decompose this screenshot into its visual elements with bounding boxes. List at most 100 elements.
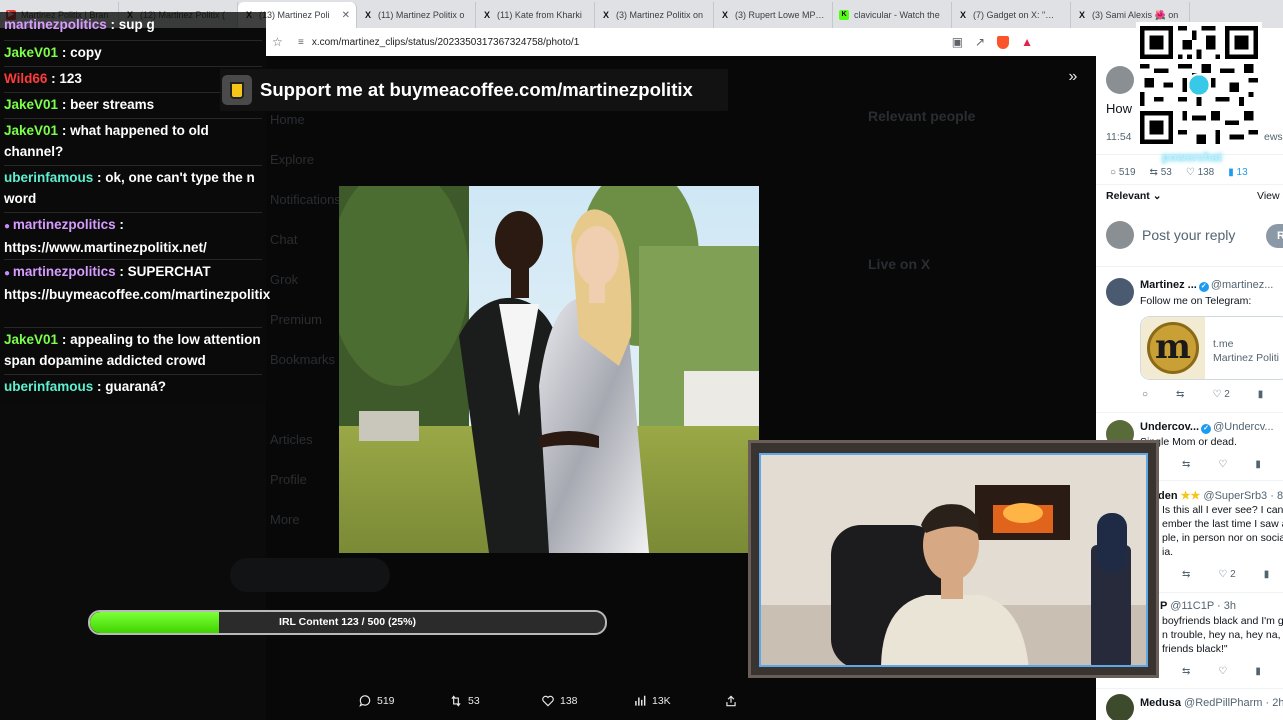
author-avatar[interactable] (1106, 66, 1134, 94)
close-tab-icon[interactable]: ✕ (342, 10, 350, 21)
views-icon[interactable]: ▮ (1255, 666, 1261, 677)
views-icon[interactable]: ▮ (1255, 459, 1261, 470)
chat-username: uberinfamous (4, 379, 94, 394)
like-icon[interactable]: ♡ 2 (1212, 389, 1229, 400)
address-bar: ☆ ≡ x.com/martinez_clips/status/20233503… (266, 28, 1283, 56)
reply-text: n trouble, hey na, hey na, I (1162, 629, 1283, 641)
webcam-feed (759, 453, 1148, 667)
kick-icon: K (839, 10, 849, 20)
dim-nav-chat: Chat (270, 232, 298, 247)
reply-avatar[interactable] (1106, 694, 1134, 720)
reply-count[interactable]: ○ 519 (1110, 167, 1136, 178)
like-icon[interactable]: ♡ (1218, 666, 1227, 677)
reply-sort-dropdown[interactable]: Relevant ⌄ (1106, 189, 1162, 203)
link-card-title: Martinez Politi (1213, 352, 1279, 364)
like-icon[interactable]: ♡ (1218, 459, 1227, 470)
chat-text: beer streams (70, 97, 155, 112)
link-card[interactable]: m t.me Martinez Politi (1140, 316, 1283, 380)
browser-tab[interactable]: X (11) Kate from Kharki (476, 2, 595, 28)
browser-tab[interactable]: Kclavicular - Watch the (833, 2, 952, 28)
views-action[interactable]: 13K (633, 694, 671, 708)
reply-icon (359, 695, 371, 707)
share-icon[interactable]: ↗ (975, 35, 985, 49)
chat-username: uberinfamous (4, 170, 94, 185)
dim-nav-profile: Profile (270, 472, 307, 487)
repost-icon (451, 695, 461, 707)
like-action[interactable]: 138 (541, 694, 578, 708)
tab-title: (11) Kate from Kharki (497, 10, 582, 20)
browser-tab[interactable]: X (7) Gadget on X: "📍📍 (952, 2, 1071, 28)
collapse-panel-icon[interactable]: » (1062, 66, 1084, 88)
chat-username: martinezpolitics (12, 264, 116, 279)
verified-badge-icon: ✓ (1201, 424, 1212, 434)
browser-tab[interactable]: X (3) Martinez Politix on (595, 2, 714, 28)
tab-title: (3) Martinez Politix on (616, 10, 704, 20)
like-icon[interactable]: ♡ 2 (1218, 569, 1235, 580)
x-logo-icon: X (483, 10, 490, 20)
chat-message: uberinfamous : ok, one can't type the n … (4, 170, 255, 206)
x-logo-icon: X (959, 10, 966, 20)
reply-author[interactable]: P @11C1P · 3h (1160, 600, 1236, 612)
reply-button[interactable]: R (1266, 224, 1283, 248)
reply-text: friends black!" (1162, 643, 1228, 655)
streamer-webcam (748, 440, 1159, 678)
repost-icon[interactable]: ⇆ (1182, 569, 1190, 580)
photo-image (339, 186, 759, 553)
post-views-partial: ews (1264, 131, 1283, 143)
tab-title: clavicular - Watch the (854, 10, 940, 20)
reply-action[interactable]: 519 (358, 694, 395, 708)
chat-username: JakeV01 (4, 45, 59, 60)
dim-post-button (230, 558, 390, 592)
reply-author[interactable]: Medusa @RedPillPharm · 2h (1140, 697, 1283, 709)
progress-label: IRL Content 123 / 500 (25%) (279, 616, 416, 628)
dim-nav-bookmarks: Bookmarks (270, 352, 336, 367)
post-stats-row: ○ 519 ⇆ 53 ♡ 138 ▮ 13 (1110, 167, 1248, 178)
views-icon[interactable]: ▮ (1258, 389, 1264, 400)
support-text: Support me at buymeacoffee.com/martinezp… (260, 79, 693, 100)
chat-text: copy (70, 45, 102, 60)
chat-text: guaraná? (105, 379, 167, 394)
reply-input[interactable]: Post your reply (1142, 228, 1235, 242)
repost-count[interactable]: ⇆ 53 (1150, 167, 1172, 178)
dim-nav-grok: Grok (270, 272, 299, 287)
chat-message: JakeV01 : appealing to the low attention… (4, 332, 261, 368)
telegram-logo: m (1141, 317, 1205, 379)
browser-tab[interactable]: X (3) Rupert Lowe MP on (714, 2, 833, 28)
brave-shield-icon[interactable] (997, 35, 1010, 49)
brave-rewards-icon[interactable]: ▲ (1021, 35, 1033, 49)
reply-author[interactable]: Martinez ... ✓ @martinez... (1140, 279, 1273, 292)
install-icon[interactable]: ▣ (952, 35, 963, 49)
dim-nav-articles: Articles (270, 432, 313, 447)
view-activity-link[interactable]: View ac (1257, 189, 1283, 203)
heart-icon (542, 695, 554, 707)
bookmark-count[interactable]: ▮ 13 (1228, 167, 1247, 178)
mic-badge-icon: ● (4, 221, 13, 232)
repost-icon[interactable]: ⇆ (1182, 666, 1190, 677)
repost-action[interactable]: 53 (449, 694, 480, 708)
x-logo-icon: X (721, 10, 728, 20)
webcam-image (761, 455, 1146, 665)
verified-badge-icon: ✓ (1198, 282, 1209, 292)
repost-icon[interactable]: ⇆ (1176, 389, 1184, 400)
reply-text: boyfriends black and I'm g (1162, 615, 1283, 627)
reply-author[interactable]: den ★★ @SuperSrb3 · 8 (1158, 489, 1283, 502)
reply-author[interactable]: Undercov... ✓ @Undercv... (1140, 421, 1274, 434)
support-banner: Support me at buymeacoffee.com/martinezp… (220, 69, 728, 111)
url-text[interactable]: x.com/martinez_clips/status/202335031736… (312, 37, 579, 48)
browser-tab[interactable]: X (11) Martinez Politix o (357, 2, 476, 28)
share-action[interactable] (724, 694, 738, 708)
chat-message: ● martinezpolitics : SUPERCHAT https://b… (4, 264, 271, 302)
bookmark-icon[interactable]: ☆ (272, 35, 286, 49)
repost-icon[interactable]: ⇆ (1182, 459, 1190, 470)
chat-username: JakeV01 (4, 332, 59, 347)
tab-title: (11) Martinez Politix o (378, 10, 465, 20)
reply-icon[interactable]: ○ (1142, 389, 1148, 400)
reply-avatar[interactable] (1106, 278, 1134, 306)
views-icon[interactable]: ▮ (1264, 569, 1270, 580)
chat-message: JakeV01 : copy (4, 45, 102, 60)
post-photo[interactable] (339, 186, 759, 553)
qr-code-icon (1140, 26, 1258, 144)
post-time-partial: 11:54 (1106, 131, 1132, 143)
like-count[interactable]: ♡ 138 (1186, 167, 1214, 178)
site-info-icon[interactable]: ≡ (298, 37, 304, 48)
